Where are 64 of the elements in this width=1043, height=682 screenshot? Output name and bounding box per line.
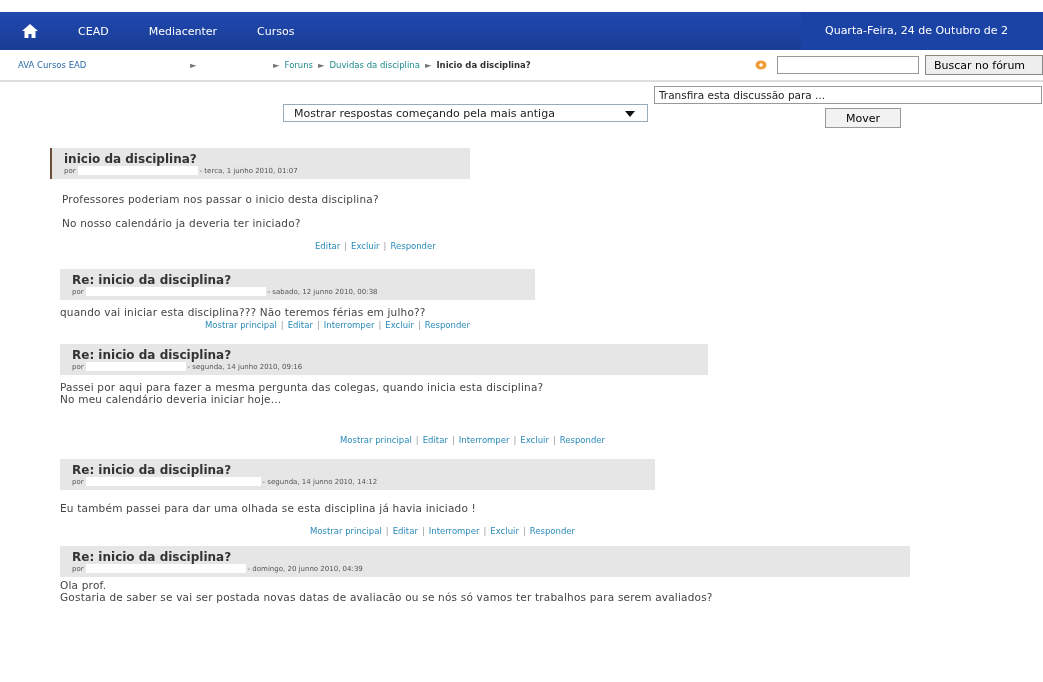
link-separator: | <box>552 435 556 445</box>
post-action-link[interactable]: Mostrar principal <box>340 435 412 445</box>
post-action-link[interactable]: Interromper <box>458 435 510 445</box>
breadcrumb-link[interactable]: Foruns <box>284 60 314 70</box>
link-separator: | <box>378 320 382 330</box>
breadcrumb-link[interactable]: Duvidas da disciplina <box>329 60 420 70</box>
post-action-link[interactable]: Responder <box>424 320 471 330</box>
post-action-link[interactable]: Interromper <box>428 526 480 536</box>
post-title: Re: inicio da disciplina? <box>72 273 233 287</box>
post-action-link[interactable]: Editar <box>392 526 418 536</box>
breadcrumb-separator: ► <box>190 60 198 70</box>
post-title: Re: inicio da disciplina? <box>72 550 233 564</box>
nav-link[interactable]: Cursos <box>257 24 295 38</box>
post-action-link[interactable]: Excluir <box>351 241 380 251</box>
link-separator: | <box>344 241 348 251</box>
post-text: quando vai iniciar esta disciplina??? Não teremos férias em julho?? <box>60 306 427 318</box>
move-button[interactable]: Mover <box>825 108 901 128</box>
search-field[interactable] <box>777 56 919 74</box>
post-action-link[interactable]: Responder <box>559 435 606 445</box>
post-title: Re: inicio da disciplina? <box>72 348 233 362</box>
post-text: Passei por aqui para fazer a mesma pergunta das colegas, quando inicia esta disciplina? <box>60 381 545 393</box>
breadcrumb-separator: ► <box>318 60 325 70</box>
post-text: Ola prof. <box>60 579 108 591</box>
post-action-link[interactable]: Editar <box>422 435 448 445</box>
link-separator: | <box>383 241 387 251</box>
post-action-link[interactable]: Mostrar principal <box>205 320 277 330</box>
link-separator: | <box>385 526 389 536</box>
link-separator: | <box>316 320 320 330</box>
date-text: Quarta-Feira, 24 de Outubro de 2 <box>801 12 1043 50</box>
link-separator: | <box>513 435 517 445</box>
link-separator: | <box>417 320 421 330</box>
post-action-link[interactable]: Interromper <box>323 320 375 330</box>
post-action-link[interactable]: Responder <box>529 526 576 536</box>
link-separator: | <box>522 526 526 536</box>
link-separator: | <box>280 320 284 330</box>
post-text: Professores poderiam nos passar o inicio desta disciplina? <box>62 193 380 205</box>
post-text: No nosso calendário ja deveria ter iniciado? <box>62 217 302 229</box>
link-separator: | <box>421 526 425 536</box>
link-separator: | <box>483 526 487 536</box>
home-icon[interactable] <box>22 24 38 38</box>
post-action-link[interactable]: Responder <box>390 241 436 251</box>
post-action-link[interactable]: Excluir <box>490 526 519 536</box>
post-action-link[interactable]: Editar <box>287 320 313 330</box>
post-title: Re: inicio da disciplina? <box>72 463 233 477</box>
link-separator: | <box>451 435 455 445</box>
nav-link[interactable]: Mediacenter <box>148 24 218 38</box>
post-text: Eu também passei para dar uma olhada se esta disciplina já havia iniciado ! <box>60 502 477 514</box>
search-button[interactable]: Buscar no fórum <box>925 55 1043 75</box>
breadcrumb-separator: ► <box>424 60 432 70</box>
move-dropdown[interactable]: Transfira esta discussão para ... <box>654 86 1042 104</box>
nav-link[interactable]: CEAD <box>78 24 109 38</box>
breadcrumb-current: Inicio da disciplina? <box>436 60 531 70</box>
feed-icon <box>755 60 767 70</box>
post-text: No meu calendário deveria iniciar hoje... <box>60 393 283 405</box>
post-title: inicio da disciplina? <box>64 152 198 166</box>
post-action-link[interactable]: Mostrar principal <box>310 526 382 536</box>
breadcrumb-link[interactable]: AVA Cursos EAD <box>18 60 190 70</box>
post-action-link[interactable]: Excluir <box>520 435 549 445</box>
link-separator: | <box>415 435 419 445</box>
sort-dropdown[interactable]: Mostrar respostas começando pela mais antiga <box>283 104 648 122</box>
post-action-link[interactable]: Excluir <box>385 320 414 330</box>
breadcrumb-separator: ► <box>273 60 280 70</box>
post-text: Gostaria de saber se vai ser postada novas datas de avaliacão ou se nós só vamos ter trabalhos para serem avaliados? <box>60 591 714 603</box>
post-action-link[interactable]: Editar <box>315 241 341 251</box>
